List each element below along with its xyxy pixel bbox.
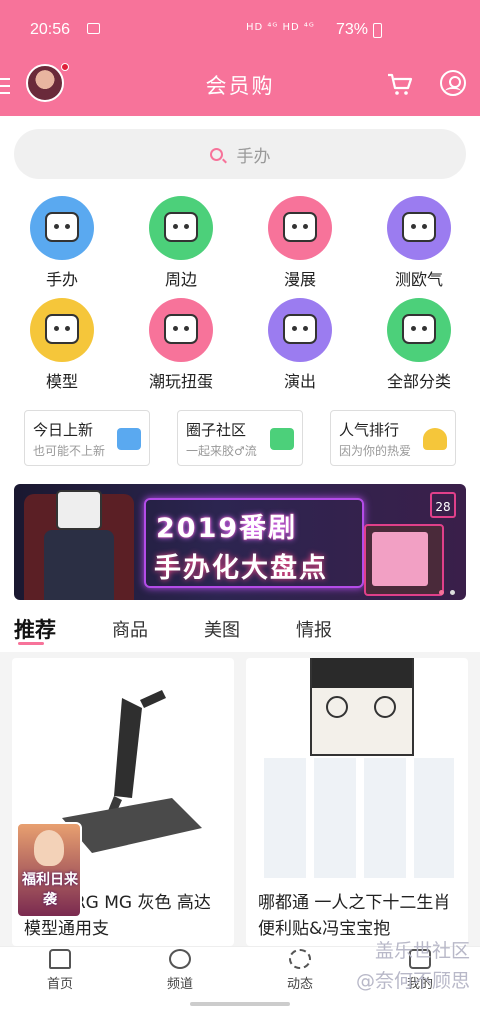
character-face-image	[310, 658, 414, 756]
banner-subheadline: 手办化大盘点	[154, 553, 328, 584]
nav-label: 动态	[286, 977, 313, 992]
tab-recommend[interactable]: 推荐	[14, 614, 56, 644]
nav-label: 频道	[166, 977, 193, 992]
category-figure[interactable]: 手办	[12, 196, 112, 290]
robot-icon	[30, 298, 94, 362]
nav-label: 首页	[46, 977, 73, 992]
category-label: 全部分类	[386, 372, 451, 391]
carousel-dot-active	[439, 590, 444, 595]
headband-icon	[268, 298, 332, 362]
promo-banner[interactable]: 2019番剧 手办化大盘点 28	[14, 484, 466, 600]
carousel-dot	[450, 590, 455, 595]
product-title: 哪都通 一人之下十二生肖便利贴&冯宝宝抱	[258, 893, 451, 939]
calendar-badge: 28	[430, 492, 456, 518]
grid-faces-icon	[387, 298, 451, 362]
nav-channel[interactable]: 频道	[140, 947, 220, 992]
tab-gallery[interactable]: 美图	[204, 616, 240, 642]
watermark: 盖乐世社区 @奈何不顾思	[344, 936, 470, 996]
badge-character	[34, 830, 64, 866]
calendar-icon	[117, 428, 141, 450]
nav-feed[interactable]: 动态	[260, 947, 340, 992]
search-icon	[209, 147, 223, 161]
category-all[interactable]: 全部分类	[369, 298, 469, 392]
category-merch[interactable]: 周边	[131, 196, 231, 290]
battery-icon	[373, 23, 382, 38]
category-label: 演出	[283, 372, 316, 391]
fox-mask-icon	[268, 196, 332, 260]
category-show[interactable]: 演出	[250, 298, 350, 392]
cart-icon[interactable]	[386, 70, 414, 98]
tshirt-icon	[149, 196, 213, 260]
user-icon[interactable]	[440, 70, 466, 96]
badge-text: 福利日来袭	[22, 872, 78, 908]
category-expo[interactable]: 漫展	[250, 196, 350, 290]
quick-link-ranking[interactable]: 人气排行 因为你的热爱	[330, 410, 456, 466]
tab-news[interactable]: 情报	[296, 616, 332, 642]
search-placeholder: 手办	[236, 146, 271, 167]
banner-character	[44, 530, 114, 600]
home-icon	[49, 949, 71, 969]
banner-character-head	[56, 490, 102, 530]
figure-icon	[30, 196, 94, 260]
category-luck[interactable]: 测欧气	[369, 196, 469, 290]
search-input[interactable]: 手办	[14, 129, 466, 179]
wizard-hat-icon	[387, 196, 451, 260]
home-indicator[interactable]	[190, 1002, 290, 1006]
category-label: 测欧气	[394, 270, 443, 289]
category-label: 模型	[45, 372, 78, 391]
app-bar: 会员购	[0, 60, 480, 116]
feed-tabs: 推荐 商品 美图 情报	[0, 614, 480, 648]
banner-headline: 2019番剧	[156, 513, 298, 544]
category-label: 手办	[45, 270, 78, 289]
welfare-day-badge[interactable]: 福利日来袭	[16, 822, 82, 918]
watermark-line: @奈何不顾思	[355, 970, 470, 992]
status-bar: 20:56 HD ⁴ᴳ HD ⁴ᴳ 73%	[0, 0, 480, 60]
battery-percent: 73%	[336, 21, 369, 38]
category-label: 漫展	[283, 270, 316, 289]
nav-home[interactable]: 首页	[20, 947, 100, 992]
product-card[interactable]: 哪都通 一人之下十二生肖便利贴&冯宝宝抱	[246, 658, 468, 946]
category-label: 潮玩扭蛋	[148, 372, 213, 391]
trophy-icon	[423, 428, 447, 450]
watermark-line: 盖乐世社区	[374, 940, 470, 962]
cat-toy-icon	[149, 298, 213, 362]
gesture-bar	[0, 996, 480, 1013]
category-label: 周边	[164, 270, 197, 289]
status-time: 20:56	[30, 21, 71, 38]
tab-products[interactable]: 商品	[112, 616, 148, 642]
tv-screen	[372, 532, 428, 586]
category-model[interactable]: 模型	[12, 298, 112, 392]
sticky-notes-image	[260, 758, 454, 878]
network-signal-icon: HD ⁴ᴳ HD ⁴ᴳ	[246, 22, 315, 33]
quick-link-new[interactable]: 今日上新 也可能不上新	[24, 410, 150, 466]
category-toys[interactable]: 潮玩扭蛋	[131, 298, 231, 392]
tab-indicator	[18, 642, 44, 645]
quick-link-community[interactable]: 圈子社区 一起来胶♂流	[177, 410, 303, 466]
gallery-notification-icon	[87, 23, 100, 34]
pinwheel-icon	[289, 949, 311, 969]
channel-icon	[169, 949, 191, 969]
chat-face-icon	[270, 428, 294, 450]
